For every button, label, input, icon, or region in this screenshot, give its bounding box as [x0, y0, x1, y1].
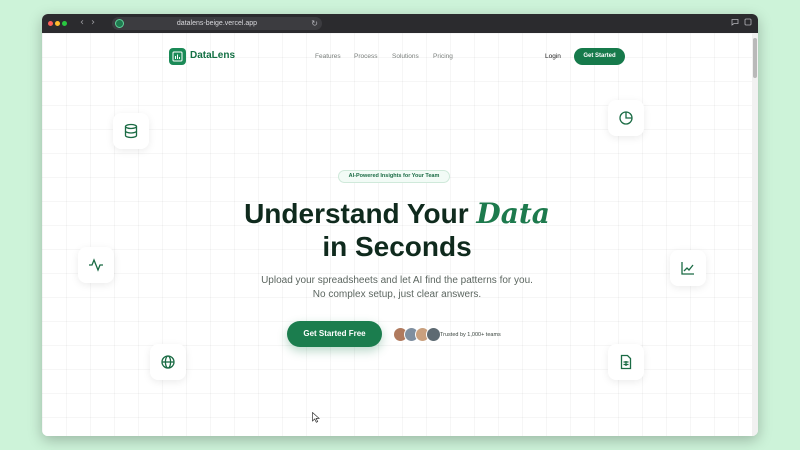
nav-link-features[interactable]: Features	[315, 52, 341, 61]
browser-toolbar: ‹ › datalens-beige.vercel.app ↻	[42, 14, 758, 33]
avatar	[426, 327, 441, 342]
hero-badge: AI-Powered Insights for Your Team	[338, 170, 450, 183]
get-started-button[interactable]: Get Started	[574, 48, 625, 65]
nav-link-solutions[interactable]: Solutions	[392, 52, 419, 61]
hero-title-accent: Data	[476, 197, 550, 230]
login-link[interactable]: Login	[545, 52, 561, 61]
browser-window: ‹ › datalens-beige.vercel.app ↻ DataLens…	[42, 14, 758, 436]
logo-chart-icon[interactable]	[169, 48, 186, 65]
forward-arrow-icon[interactable]: ›	[91, 17, 95, 29]
extensions-icon[interactable]	[744, 18, 752, 26]
hero-title: Understand Your Data in Seconds	[42, 197, 752, 263]
reload-icon[interactable]: ↻	[311, 17, 318, 30]
pie-chart-icon	[608, 100, 644, 136]
spreadsheet-icon	[608, 344, 644, 380]
globe-icon	[150, 344, 186, 380]
trust-text: Trusted by 1,000+ teams	[440, 332, 501, 338]
back-arrow-icon[interactable]: ‹	[80, 17, 84, 29]
page-viewport: DataLens Features Process Solutions Pric…	[42, 33, 752, 436]
minimize-window-button[interactable]	[55, 21, 60, 26]
avatar-group	[393, 327, 445, 343]
close-window-button[interactable]	[48, 21, 53, 26]
nav-link-pricing[interactable]: Pricing	[433, 52, 453, 61]
hero-title-part2: in Seconds	[322, 231, 472, 262]
scrollbar-thumb[interactable]	[753, 38, 757, 78]
page-scrollbar[interactable]	[752, 33, 758, 436]
hero-title-part1: Understand Your	[244, 198, 469, 229]
nav-link-process[interactable]: Process	[354, 52, 377, 61]
brand-name[interactable]: DataLens	[190, 49, 235, 63]
maximize-window-button[interactable]	[62, 21, 67, 26]
get-started-free-button[interactable]: Get Started Free	[287, 321, 382, 347]
address-bar[interactable]: datalens-beige.vercel.app ↻	[112, 17, 322, 30]
site-navbar: DataLens Features Process Solutions Pric…	[157, 38, 637, 75]
database-icon	[113, 113, 149, 149]
mouse-cursor-icon	[312, 412, 320, 423]
hero-subtitle: Upload your spreadsheets and let AI find…	[261, 275, 533, 300]
chat-icon[interactable]	[731, 18, 739, 26]
url-text: datalens-beige.vercel.app	[176, 20, 258, 27]
